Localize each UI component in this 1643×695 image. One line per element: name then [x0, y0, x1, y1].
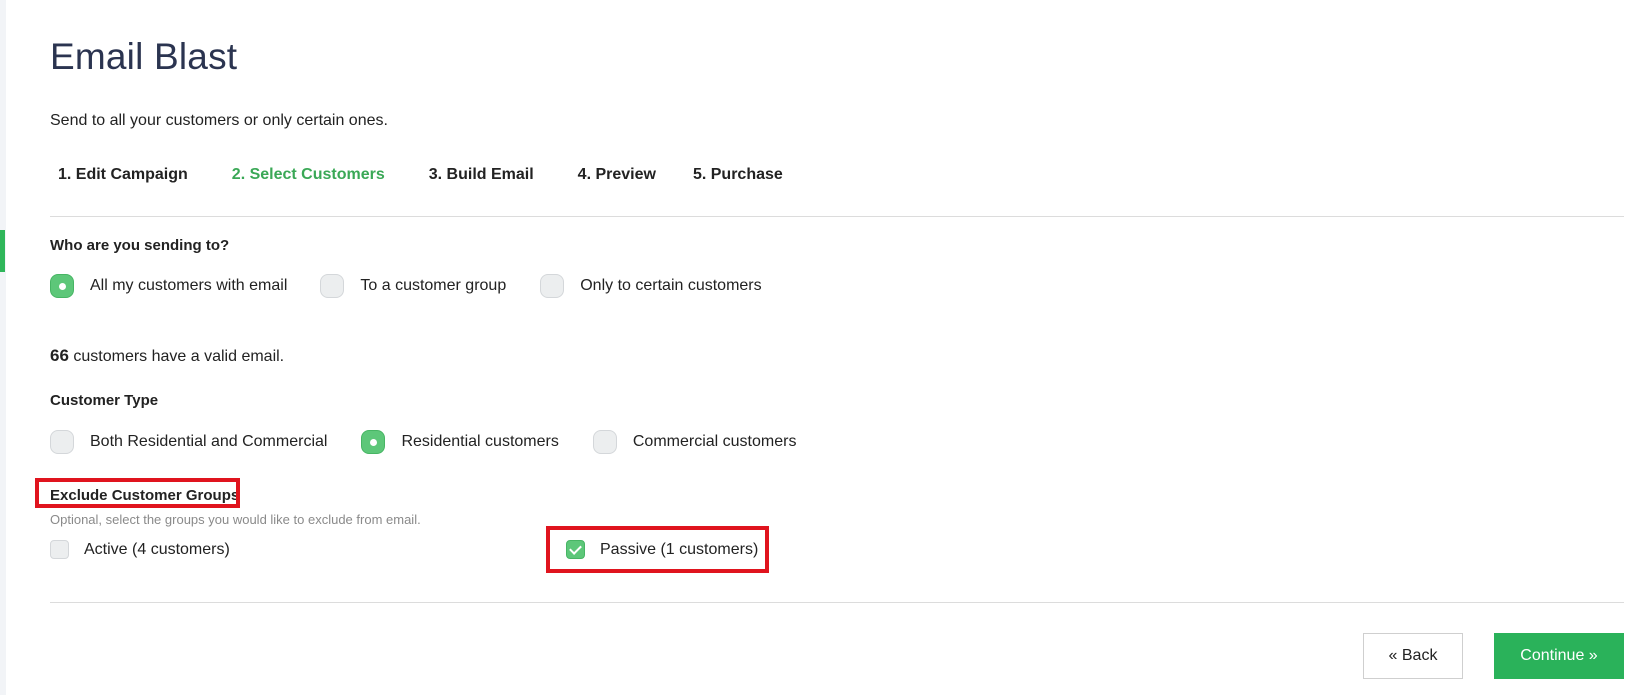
back-button[interactable]: « Back: [1363, 633, 1463, 679]
continue-button[interactable]: Continue »: [1494, 633, 1624, 679]
radio-label: All my customers with email: [90, 277, 288, 294]
step-select-customers[interactable]: 2. Select Customers: [232, 166, 385, 184]
radio-label: Only to certain customers: [580, 277, 762, 294]
footer-divider: [50, 602, 1624, 603]
step-build-email[interactable]: 3. Build Email: [429, 166, 534, 184]
radio-label: Residential customers: [401, 433, 559, 450]
radio-both-types[interactable]: Both Residential and Commercial: [50, 430, 327, 454]
radio-button[interactable]: [50, 430, 74, 454]
page-title: Email Blast: [50, 36, 238, 77]
valid-email-number: 66: [50, 346, 69, 365]
customer-type-radio-group: Both Residential and Commercial Resident…: [50, 430, 796, 454]
radio-button-selected[interactable]: [361, 430, 386, 454]
page-subtitle: Send to all your customers or only certa…: [50, 112, 388, 129]
radio-label: To a customer group: [360, 277, 507, 294]
checkbox-group-active[interactable]: Active (4 customers): [50, 540, 230, 559]
checkbox-label: Active (4 customers): [84, 540, 230, 558]
valid-email-text: customers have a valid email.: [68, 348, 285, 365]
radio-label: Commercial customers: [632, 433, 797, 450]
checkbox-checked[interactable]: [566, 540, 585, 559]
left-active-indicator: [0, 230, 5, 272]
checkbox-group-passive[interactable]: Passive (1 customers): [566, 540, 758, 559]
exclude-groups-hint: Optional, select the groups you would li…: [50, 512, 421, 527]
step-edit-campaign[interactable]: 1. Edit Campaign: [58, 166, 188, 184]
radio-button[interactable]: [320, 274, 345, 298]
radio-commercial[interactable]: Commercial customers: [592, 430, 797, 454]
recipients-radio-group: All my customers with email To a custome…: [50, 274, 762, 298]
radio-button[interactable]: [540, 274, 565, 298]
exclude-groups-label: Exclude Customer Groups: [50, 487, 240, 504]
radio-residential[interactable]: Residential customers: [361, 430, 559, 454]
step-purchase[interactable]: 5. Purchase: [693, 166, 783, 184]
recipients-label: Who are you sending to?: [50, 237, 230, 254]
checkbox[interactable]: [50, 540, 69, 559]
wizard-steps: 1. Edit Campaign 2. Select Customers 3. …: [58, 166, 783, 184]
radio-button[interactable]: [592, 430, 617, 454]
left-sidebar-strip: [0, 0, 6, 695]
radio-certain-customers[interactable]: Only to certain customers: [540, 274, 762, 298]
step-preview[interactable]: 4. Preview: [578, 166, 656, 184]
customer-type-label: Customer Type: [50, 392, 159, 409]
radio-label: Both Residential and Commercial: [90, 433, 328, 450]
radio-customer-group[interactable]: To a customer group: [320, 274, 506, 298]
valid-email-count: 66 customers have a valid email.: [50, 346, 284, 366]
steps-divider: [50, 216, 1624, 217]
radio-all-customers[interactable]: All my customers with email: [50, 274, 287, 298]
checkbox-label: Passive (1 customers): [600, 540, 759, 558]
radio-button-selected[interactable]: [50, 274, 74, 298]
